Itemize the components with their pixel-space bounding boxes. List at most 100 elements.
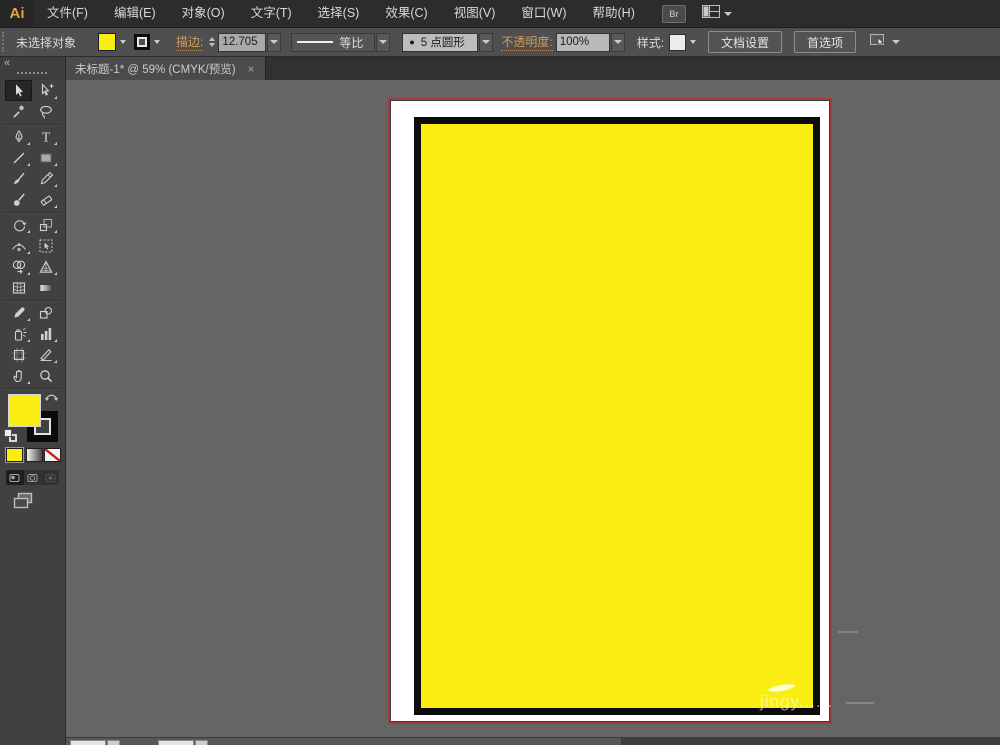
watermark-dash (838, 631, 858, 633)
none-button[interactable] (44, 448, 61, 462)
fill-color-swatch[interactable] (98, 33, 116, 51)
tool-hand[interactable] (5, 365, 32, 386)
menu-items: 文件(F) 编辑(E) 对象(O) 文字(T) 选择(S) 效果(C) 视图(V) 窗口(W)… (34, 0, 648, 27)
default-fill-stroke-icon[interactable] (4, 429, 19, 444)
tool-artboard[interactable] (5, 344, 32, 365)
rotate-icon (11, 217, 27, 233)
workspace-switcher[interactable] (701, 4, 732, 23)
preferences-button[interactable]: 首选项 (794, 31, 857, 53)
tool-eyedropper[interactable] (5, 302, 32, 323)
tool-eraser[interactable] (32, 189, 59, 210)
opacity-panel-link[interactable]: 不透明度: (501, 33, 553, 51)
stroke-weight-input[interactable] (218, 32, 267, 52)
tool-rectangle[interactable] (32, 147, 59, 168)
perspective-grid-icon (38, 259, 54, 275)
stroke-weight-stepper[interactable] (209, 37, 216, 47)
width-profile-dropdown[interactable]: 等比 (291, 32, 376, 52)
fill-color-control[interactable] (98, 33, 126, 51)
fill-indicator[interactable] (8, 394, 41, 427)
tool-shape-builder[interactable] (5, 256, 32, 277)
document-tab[interactable]: 未标题-1* @ 59% (CMYK/预览) × (65, 57, 266, 80)
brush-dropdown-arrow[interactable] (479, 32, 494, 52)
menu-item-select[interactable]: 选择(S) (305, 0, 373, 27)
tool-free-transform[interactable] (32, 235, 59, 256)
tool-scale[interactable] (32, 214, 59, 235)
tool-blend[interactable] (32, 302, 59, 323)
tools-panel: T (0, 80, 66, 745)
panel-gripper[interactable] (2, 32, 7, 52)
gradient-button[interactable] (26, 448, 43, 462)
tool-line-segment[interactable] (5, 147, 32, 168)
slice-icon (38, 347, 54, 363)
tool-magic-wand[interactable] (5, 101, 32, 122)
artboard-nav-dropdown[interactable] (195, 740, 208, 745)
tool-gradient[interactable] (32, 277, 59, 298)
yellow-rectangle-object[interactable] (414, 117, 820, 715)
chevron-down-icon (154, 40, 160, 44)
style-label: 样式: (636, 35, 665, 50)
opacity-dropdown[interactable] (610, 32, 625, 52)
draw-inside-mode-button[interactable] (41, 470, 59, 485)
column-graph-icon (38, 326, 54, 342)
tool-paintbrush[interactable] (5, 168, 32, 189)
width-profile-dropdown-arrow[interactable] (376, 32, 391, 52)
tool-mesh[interactable] (5, 277, 32, 298)
tool-zoom[interactable] (32, 365, 59, 386)
tool-pencil[interactable] (32, 168, 59, 189)
tool-width[interactable] (5, 235, 32, 256)
panel-drag-handle[interactable] (17, 72, 47, 74)
menu-item-type[interactable]: 文字(T) (238, 0, 305, 27)
control-panel-menu[interactable] (870, 34, 901, 50)
draw-behind-mode-button[interactable] (24, 470, 42, 485)
menu-item-file[interactable]: 文件(F) (34, 0, 101, 27)
swap-fill-stroke-icon[interactable] (44, 391, 59, 409)
tool-blob-brush[interactable] (5, 189, 32, 210)
zoom-level-dropdown[interactable] (107, 740, 120, 745)
canvas-area[interactable]: jingy...... (66, 80, 1000, 745)
stroke-color-swatch[interactable] (134, 34, 150, 50)
tool-slice[interactable] (32, 344, 59, 365)
tool-selection[interactable] (5, 80, 32, 101)
menu-item-help[interactable]: 帮助(H) (580, 0, 648, 27)
color-type-buttons (0, 447, 65, 464)
menu-item-effect[interactable]: 效果(C) (372, 0, 440, 27)
menu-item-edit[interactable]: 编辑(E) (101, 0, 169, 27)
menu-item-view[interactable]: 视图(V) (441, 0, 509, 27)
illustrator-window: Ai 文件(F) 编辑(E) 对象(O) 文字(T) 选择(S) 效果(C) 视图(V) 窗口… (0, 0, 1000, 745)
artboard-icon (11, 347, 27, 363)
document-setup-button[interactable]: 文档设置 (708, 31, 783, 53)
stepper-down-icon[interactable] (209, 43, 216, 47)
menu-item-window[interactable]: 窗口(W) (508, 0, 579, 27)
stroke-panel-link[interactable]: 描边: (176, 33, 204, 51)
menu-item-object[interactable]: 对象(O) (169, 0, 238, 27)
tab-close-icon[interactable]: × (248, 63, 255, 75)
color-button[interactable] (5, 447, 24, 463)
screen-mode-icon (13, 492, 33, 509)
tool-pen[interactable] (5, 126, 32, 147)
tool-symbol-sprayer[interactable] (5, 323, 32, 344)
zoom-level-input[interactable] (70, 740, 106, 745)
tool-column-graph[interactable] (32, 323, 59, 344)
tool-direct-selection[interactable] (32, 80, 59, 101)
stroke-weight-dropdown[interactable] (267, 32, 282, 52)
style-swatch[interactable] (669, 33, 687, 51)
fill-stroke-indicator (0, 392, 65, 446)
line-segment-icon (11, 150, 27, 166)
eyedropper-icon (11, 305, 27, 321)
tool-type[interactable]: T (32, 126, 59, 147)
brush-definition-dropdown[interactable]: ● 5 点圆形 (402, 32, 479, 52)
opacity-input[interactable] (555, 32, 610, 52)
tool-perspective-grid[interactable] (32, 256, 59, 277)
workspace-icon (701, 4, 720, 23)
collapse-panel-icon[interactable]: « (4, 58, 10, 69)
stroke-color-control[interactable] (134, 34, 160, 50)
artboard-nav-input[interactable] (158, 740, 194, 745)
menu-bar-right: Br (661, 4, 732, 23)
screen-mode-button[interactable] (13, 492, 37, 514)
svg-text:T: T (41, 129, 50, 144)
stepper-up-icon[interactable] (209, 37, 216, 41)
tool-lasso[interactable] (32, 101, 59, 122)
draw-normal-mode-button[interactable] (6, 470, 24, 485)
tool-rotate[interactable] (5, 214, 32, 235)
bridge-button[interactable]: Br (661, 4, 686, 23)
